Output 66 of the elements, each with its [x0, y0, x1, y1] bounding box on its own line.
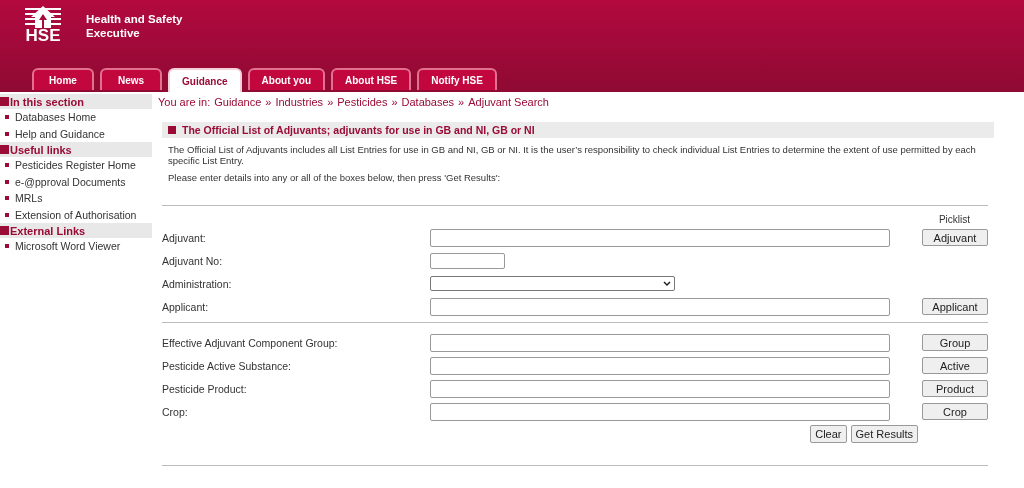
sidebar-link[interactable]: Pesticides Register Home: [15, 159, 136, 172]
sidebar-link[interactable]: e-@pproval Documents: [15, 175, 126, 188]
breadcrumb-separator: »: [265, 96, 272, 110]
sidebar-link[interactable]: Help and Guidance: [15, 127, 105, 140]
nav-tab[interactable]: News: [100, 68, 162, 90]
picklist-heading: Picklist: [937, 214, 971, 226]
dropdown-field[interactable]: [430, 276, 675, 291]
sidebar-link[interactable]: Extension of Authorisation: [15, 208, 137, 221]
text-field[interactable]: [430, 379, 890, 398]
field-label: Effective Adjuvant Component Group:: [162, 336, 339, 349]
picklist-button[interactable]: Group: [922, 334, 988, 351]
field-label: Pesticide Product:: [162, 382, 248, 395]
text-field[interactable]: [430, 356, 890, 375]
square-icon: [168, 126, 176, 134]
bullet-icon: [5, 115, 9, 120]
nav-tab[interactable]: About you: [247, 68, 325, 90]
section-heading: Useful links: [0, 142, 152, 157]
field-label: Adjuvant:: [162, 231, 207, 244]
bullet-icon: [5, 163, 9, 168]
breadcrumb-label: You are in:: [158, 96, 211, 110]
sidebar-link[interactable]: MRLs: [15, 192, 43, 205]
sidebar-link[interactable]: Databases Home: [15, 111, 97, 124]
bullet-icon: [5, 196, 9, 201]
breadcrumb-link[interactable]: Adjuvant Search: [468, 96, 549, 112]
picklist-button[interactable]: Applicant: [922, 298, 988, 315]
field-label: Applicant:: [162, 300, 210, 313]
nav-tab[interactable]: About HSE: [331, 68, 412, 90]
instruction-text: Please enter details into any or all of the boxes below, then press 'Get Results':: [168, 172, 502, 183]
bullet-icon: [5, 212, 9, 217]
bullet-icon: [5, 131, 9, 136]
breadcrumb-link[interactable]: Databases: [401, 96, 455, 112]
nav-tab[interactable]: Home: [32, 68, 94, 90]
field-label: Crop:: [162, 405, 189, 418]
nav-tab[interactable]: Guidance: [168, 68, 242, 92]
nav-tab[interactable]: Notify HSE: [417, 68, 497, 90]
breadcrumb-link[interactable]: Industries: [275, 96, 324, 112]
intro-text: The Official List of Adjuvants includes all List Entries for use in GB and NI, GB or NI. It is the user’s responsibility to check individual List Entries to determine the extent of use permitted by each specific List Entry.: [168, 144, 977, 166]
breadcrumb-separator: »: [458, 96, 465, 110]
bullet-icon: [5, 179, 9, 184]
breadcrumb-separator: »: [327, 96, 334, 110]
picklist-button[interactable]: Product: [922, 380, 988, 397]
breadcrumb-link[interactable]: Pesticides: [337, 96, 388, 112]
chevron-icon: [663, 280, 671, 287]
page-heading: The Official List of Adjuvants; adjuvants for use in GB and NI, GB or NI: [182, 124, 535, 136]
house-logo-icon: [25, 6, 61, 28]
picklist-button[interactable]: Crop: [922, 403, 988, 420]
breadcrumb-link[interactable]: Guidance: [214, 96, 262, 112]
field-label: Adjuvant No:: [162, 254, 224, 267]
picklist-button[interactable]: Adjuvant: [922, 229, 988, 246]
picklist-button[interactable]: Active: [922, 357, 988, 374]
breadcrumb-separator: »: [391, 96, 398, 110]
field-label: Administration:: [162, 277, 233, 290]
site-title: Health and Safety Executive: [86, 12, 183, 40]
section-heading: External Links: [0, 223, 152, 238]
text-field[interactable]: [430, 228, 890, 247]
text-field[interactable]: [430, 253, 505, 269]
form-button[interactable]: Clear: [810, 425, 847, 443]
field-label: Pesticide Active Substance:: [162, 359, 292, 372]
bullet-icon: [5, 244, 9, 249]
sidebar-link[interactable]: Microsoft Word Viewer: [15, 240, 121, 253]
logo-text: HSE: [25, 28, 61, 44]
text-field[interactable]: [430, 402, 890, 421]
form-button[interactable]: Get Results: [850, 425, 918, 443]
section-heading: In this section: [0, 94, 152, 109]
text-field[interactable]: [430, 297, 890, 316]
text-field[interactable]: [430, 333, 890, 352]
